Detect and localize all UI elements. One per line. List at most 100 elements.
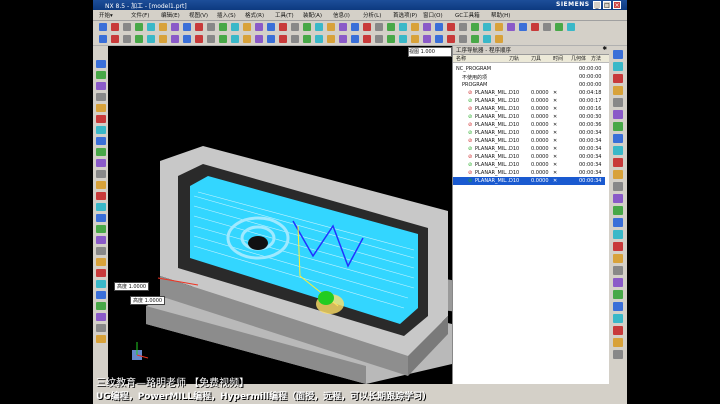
table-row[interactable]: ⊘ PLANAR_MIL... D10 0.0000 ✕ 00:00:34 (453, 137, 605, 145)
toolbar-button-16[interactable] (291, 23, 299, 31)
right-tool-button-2[interactable] (613, 74, 623, 83)
dimension-label-2[interactable]: 高度 1.0000 (130, 296, 166, 305)
table-row[interactable]: ⊘ PLANAR_MIL... D10 0.0000 ✕ 00:00:34 (453, 169, 605, 177)
cam-toolbar-button-12[interactable] (243, 35, 251, 43)
right-tool-button-22[interactable] (613, 314, 623, 323)
cam-toolbar-button-16[interactable] (291, 35, 299, 43)
table-row[interactable]: ⊘ PLANAR_MIL... D10 0.0000 ✕ 00:00:34 (453, 161, 605, 169)
column-header-5[interactable]: 方法 (591, 55, 601, 62)
table-row[interactable]: ⊘ PLANAR_MIL... D10 0.0000 ✕ 00:00:17 (453, 97, 605, 105)
toolbar-button-17[interactable] (303, 23, 311, 31)
left-tool-button-9[interactable] (96, 159, 106, 167)
cam-toolbar-button-22[interactable] (363, 35, 371, 43)
toolbar-button-12[interactable] (243, 23, 251, 31)
cam-toolbar-button-15[interactable] (279, 35, 287, 43)
menu-item-2[interactable]: 编辑(E) (161, 11, 180, 19)
toolbar-button-13[interactable] (255, 23, 263, 31)
cam-toolbar-button-1[interactable] (111, 35, 119, 43)
toolbar-button-38[interactable] (555, 23, 563, 31)
cam-toolbar-button-4[interactable] (147, 35, 155, 43)
menu-item-8[interactable]: 信息(I) (333, 11, 350, 19)
toolbar-button-4[interactable] (147, 23, 155, 31)
toolbar-button-7[interactable] (183, 23, 191, 31)
left-tool-button-15[interactable] (96, 225, 106, 233)
dimension-label-1[interactable]: 高度 1.0000 (114, 282, 150, 291)
right-tool-button-6[interactable] (613, 122, 623, 131)
toolbar-button-30[interactable] (459, 23, 467, 31)
left-tool-button-25[interactable] (96, 335, 106, 343)
right-tool-button-14[interactable] (613, 218, 623, 227)
right-tool-button-7[interactable] (613, 134, 623, 143)
cam-toolbar-button-30[interactable] (459, 35, 467, 43)
cam-toolbar-button-29[interactable] (447, 35, 455, 43)
right-tool-button-19[interactable] (613, 278, 623, 287)
menu-item-6[interactable]: 工具(T) (275, 11, 294, 19)
cam-toolbar-button-23[interactable] (375, 35, 383, 43)
cam-toolbar-button-11[interactable] (231, 35, 239, 43)
cam-toolbar-button-27[interactable] (423, 35, 431, 43)
view-zoom-box[interactable]: 视图 1.000 (408, 47, 452, 57)
cam-toolbar-button-5[interactable] (159, 35, 167, 43)
left-tool-button-24[interactable] (96, 324, 106, 332)
menu-item-1[interactable]: 文件(F) (131, 11, 149, 19)
cam-toolbar-button-2[interactable] (123, 35, 131, 43)
right-tool-button-5[interactable] (613, 110, 623, 119)
left-tool-button-10[interactable] (96, 170, 106, 178)
cam-toolbar-button-25[interactable] (399, 35, 407, 43)
toolbar-button-34[interactable] (507, 23, 515, 31)
cam-toolbar-button-28[interactable] (435, 35, 443, 43)
menu-item-10[interactable]: 首选项(P) (393, 11, 417, 19)
toolbar-button-0[interactable] (99, 23, 107, 31)
cam-toolbar-button-0[interactable] (99, 35, 107, 43)
right-tool-button-10[interactable] (613, 170, 623, 179)
cam-toolbar-button-21[interactable] (351, 35, 359, 43)
cam-toolbar-button-26[interactable] (411, 35, 419, 43)
right-tool-button-21[interactable] (613, 302, 623, 311)
right-tool-button-18[interactable] (613, 266, 623, 275)
cam-toolbar-button-18[interactable] (315, 35, 323, 43)
cam-toolbar-button-10[interactable] (219, 35, 227, 43)
menu-item-7[interactable]: 装配(A) (303, 11, 322, 19)
right-tool-button-12[interactable] (613, 194, 623, 203)
right-tool-button-3[interactable] (613, 86, 623, 95)
cam-toolbar-button-14[interactable] (267, 35, 275, 43)
right-tool-button-13[interactable] (613, 206, 623, 215)
toolbar-button-28[interactable] (435, 23, 443, 31)
toolbar-button-29[interactable] (447, 23, 455, 31)
toolbar-button-25[interactable] (399, 23, 407, 31)
left-tool-button-6[interactable] (96, 126, 106, 134)
right-tool-button-4[interactable] (613, 98, 623, 107)
toolbar-button-8[interactable] (195, 23, 203, 31)
toolbar-button-36[interactable] (531, 23, 539, 31)
cam-toolbar-button-7[interactable] (183, 35, 191, 43)
maximize-button[interactable]: □ (603, 1, 611, 9)
toolbar-button-6[interactable] (171, 23, 179, 31)
toolbar-button-9[interactable] (207, 23, 215, 31)
menu-item-9[interactable]: 分析(L) (363, 11, 381, 19)
menu-item-11[interactable]: 窗口(O) (423, 11, 443, 19)
column-header-4[interactable]: 几何体 (571, 55, 586, 62)
toolbar-button-33[interactable] (495, 23, 503, 31)
graphics-viewport[interactable]: 视图 1.000 高度 1.0000 高度 1.0000 (108, 46, 486, 384)
pin-icon[interactable]: ✱ (602, 46, 607, 52)
close-button[interactable]: × (613, 1, 621, 9)
right-tool-button-9[interactable] (613, 158, 623, 167)
menu-item-4[interactable]: 插入(S) (217, 11, 236, 19)
toolbar-button-31[interactable] (471, 23, 479, 31)
toolbar-button-5[interactable] (159, 23, 167, 31)
table-row[interactable]: ⊘ PLANAR_MIL... D10 0.0000 ✕ 00:00:34 (453, 129, 605, 137)
left-tool-button-8[interactable] (96, 148, 106, 156)
right-tool-button-25[interactable] (613, 350, 623, 359)
column-header-2[interactable]: 刀具 (531, 55, 541, 62)
column-header-1[interactable]: 刀轨 (509, 55, 519, 62)
cam-toolbar-button-6[interactable] (171, 35, 179, 43)
left-tool-button-13[interactable] (96, 203, 106, 211)
toolbar-button-26[interactable] (411, 23, 419, 31)
right-tool-button-16[interactable] (613, 242, 623, 251)
toolbar-button-1[interactable] (111, 23, 119, 31)
toolbar-button-14[interactable] (267, 23, 275, 31)
right-tool-button-8[interactable] (613, 146, 623, 155)
cam-toolbar-button-19[interactable] (327, 35, 335, 43)
table-row[interactable]: 不使用的项 00:00:00 (453, 73, 605, 81)
toolbar-button-20[interactable] (339, 23, 347, 31)
